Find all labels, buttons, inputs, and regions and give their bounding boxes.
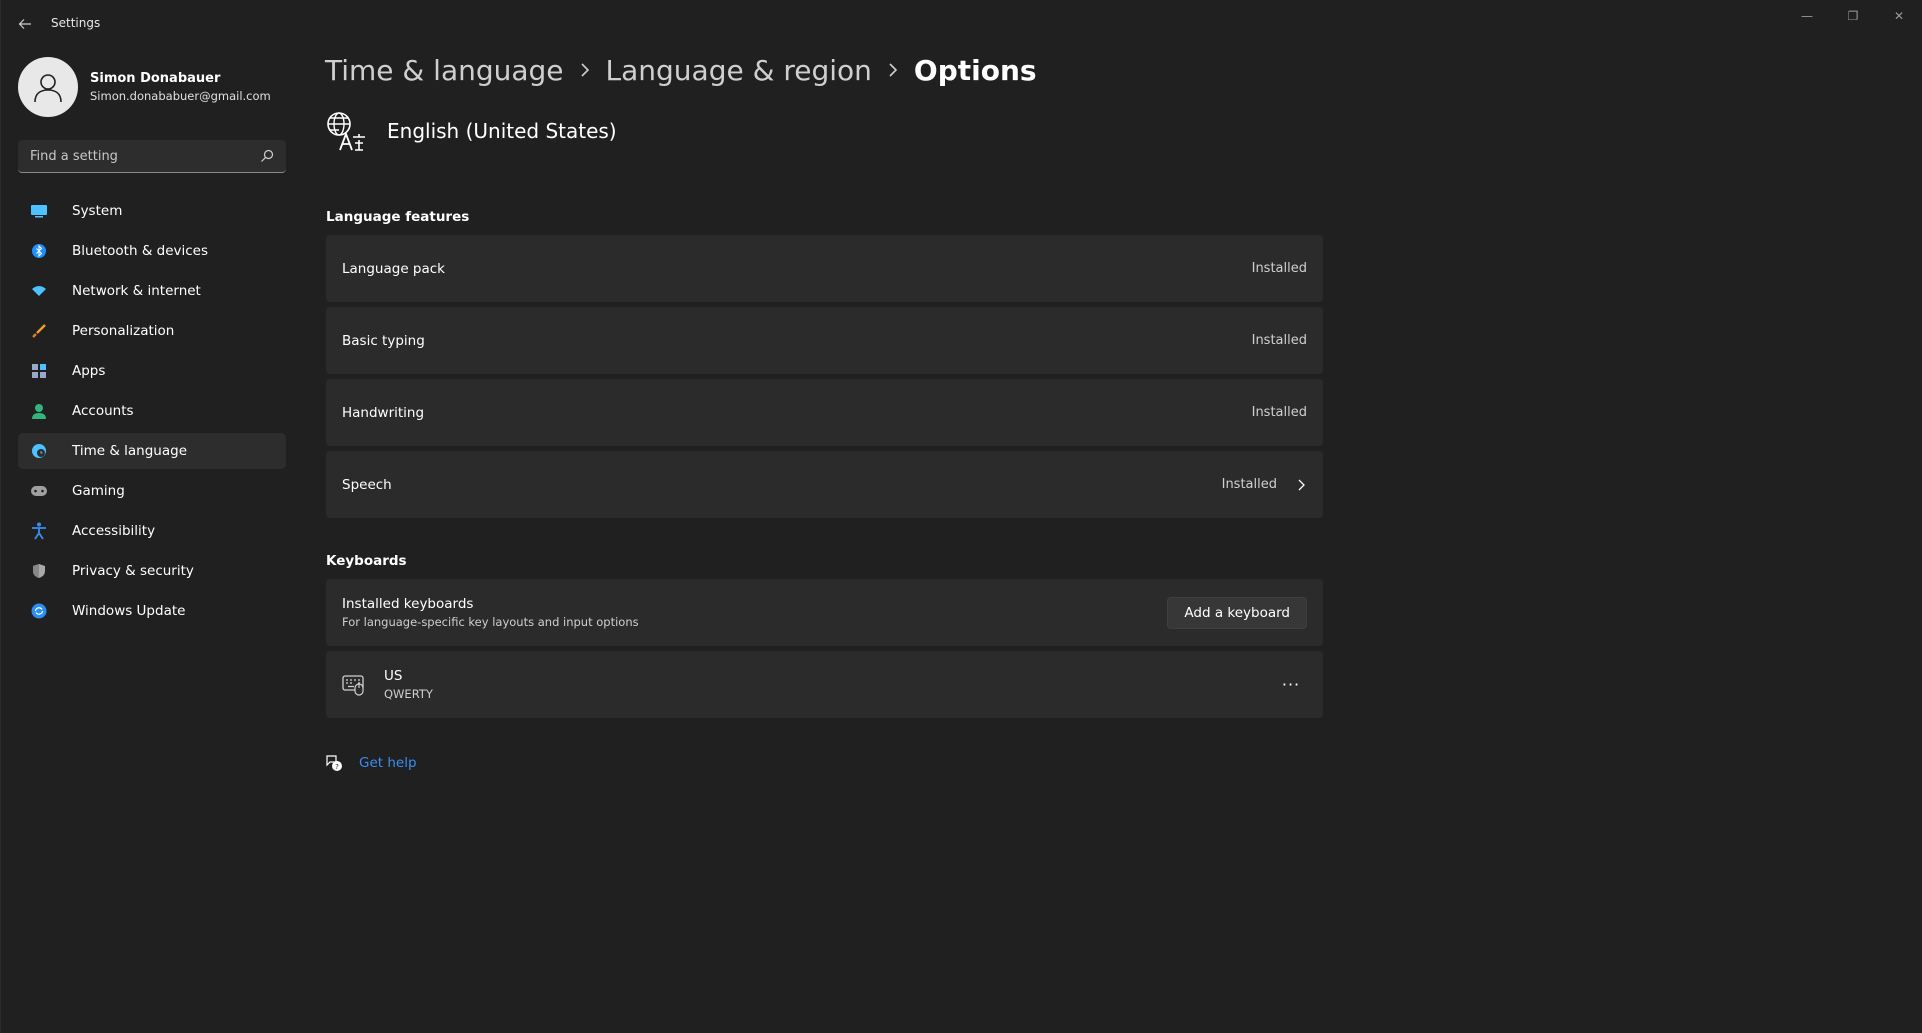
close-icon: ✕ xyxy=(1893,9,1905,23)
help-chat-icon: ? xyxy=(326,755,342,771)
minimize-button[interactable]: — xyxy=(1784,0,1830,32)
language-icon xyxy=(327,112,365,151)
language-header: English (United States) xyxy=(325,110,617,152)
sidebar-item-system[interactable]: System xyxy=(18,193,286,229)
feature-label: Speech xyxy=(342,476,392,493)
globe-clock-icon xyxy=(30,442,48,460)
restore-icon: ❐ xyxy=(1847,9,1859,23)
sidebar-item-label: System xyxy=(72,203,123,219)
feature-label: Basic typing xyxy=(342,332,425,349)
restore-button[interactable]: ❐ xyxy=(1830,0,1876,32)
sidebar-item-label: Gaming xyxy=(72,483,125,499)
search-icon[interactable] xyxy=(260,149,274,163)
title-bar: Settings — ❐ ✕ xyxy=(1,0,1922,48)
user-profile[interactable]: Simon Donabauer Simon.donababuer@gmail.c… xyxy=(18,57,271,117)
accessibility-icon xyxy=(30,522,48,540)
sidebar-item-label: Windows Update xyxy=(72,603,186,619)
feature-status: Installed xyxy=(1251,405,1307,420)
installed-keyboards-label: Installed keyboards xyxy=(342,596,474,612)
sidebar-item-windows-update[interactable]: Windows Update xyxy=(18,593,286,629)
update-icon xyxy=(30,602,48,620)
wifi-icon xyxy=(30,282,48,300)
chevron-right-icon xyxy=(888,58,898,83)
feature-status: Installed xyxy=(1251,333,1307,348)
sidebar-item-network[interactable]: Network & internet xyxy=(18,273,286,309)
feature-label: Language pack xyxy=(342,260,445,277)
feature-card-language-pack: Language pack Installed xyxy=(326,235,1323,302)
gamepad-icon xyxy=(30,482,48,500)
sidebar-item-accessibility[interactable]: Accessibility xyxy=(18,513,286,549)
sidebar-item-time-language[interactable]: Time & language xyxy=(18,433,286,469)
sidebar-item-label: Time & language xyxy=(72,443,188,459)
keyboard-layout: QWERTY xyxy=(384,687,433,701)
feature-card-basic-typing: Basic typing Installed xyxy=(326,307,1323,374)
keyboard-item-us: US QWERTY ··· xyxy=(326,651,1323,718)
profile-email: Simon.donababuer@gmail.com xyxy=(90,89,271,103)
more-icon: ··· xyxy=(1281,675,1301,694)
sidebar-item-label: Privacy & security xyxy=(72,563,194,579)
settings-window: Settings — ❐ ✕ Simon Donabauer Simon.don… xyxy=(0,0,1922,1033)
section-title-keyboards: Keyboards xyxy=(326,553,407,569)
breadcrumb: Time & language Language & region Option… xyxy=(325,54,1037,87)
svg-text:?: ? xyxy=(335,763,339,771)
keyboard-icon xyxy=(342,674,364,696)
app-title: Settings xyxy=(51,16,101,30)
more-options-button[interactable]: ··· xyxy=(1275,669,1307,701)
page-title: Options xyxy=(913,54,1037,87)
search-input[interactable]: Find a setting xyxy=(18,140,286,173)
installed-keyboards-description: For language-specific key layouts and in… xyxy=(342,615,639,629)
sidebar-nav: System Bluetooth & devices Network & int… xyxy=(18,193,286,633)
minimize-icon: — xyxy=(1801,9,1813,23)
sidebar-item-label: Network & internet xyxy=(72,283,201,299)
sidebar-item-label: Personalization xyxy=(72,323,175,339)
sidebar-item-label: Accessibility xyxy=(72,523,156,539)
get-help[interactable]: ? Get help xyxy=(325,754,417,772)
installed-keyboards-card: Installed keyboards For language-specifi… xyxy=(326,579,1323,646)
chevron-right-icon xyxy=(1298,479,1305,490)
sidebar-item-privacy[interactable]: Privacy & security xyxy=(18,553,286,589)
feature-card-speech[interactable]: Speech Installed xyxy=(326,451,1323,518)
sidebar-item-personalization[interactable]: Personalization xyxy=(18,313,286,349)
sidebar-item-gaming[interactable]: Gaming xyxy=(18,473,286,509)
sidebar-item-bluetooth[interactable]: Bluetooth & devices xyxy=(18,233,286,269)
add-keyboard-button[interactable]: Add a keyboard xyxy=(1167,596,1307,629)
person-avatar-icon xyxy=(34,74,62,103)
apps-icon xyxy=(30,362,48,380)
get-help-link[interactable]: Get help xyxy=(359,755,417,771)
avatar xyxy=(18,57,78,117)
window-controls: — ❐ ✕ xyxy=(1784,0,1922,32)
search-placeholder: Find a setting xyxy=(30,148,118,164)
person-icon xyxy=(30,402,48,420)
feature-status: Installed xyxy=(1251,261,1307,276)
keyboard-name: US xyxy=(384,668,403,684)
back-arrow-icon xyxy=(18,19,31,29)
profile-name: Simon Donabauer xyxy=(90,71,221,86)
close-button[interactable]: ✕ xyxy=(1876,0,1922,32)
section-title-language-features: Language features xyxy=(326,209,470,225)
sidebar-item-label: Bluetooth & devices xyxy=(72,243,209,259)
shield-icon xyxy=(30,562,48,580)
sidebar-item-label: Accounts xyxy=(72,403,134,419)
bluetooth-icon xyxy=(30,242,48,260)
chevron-right-icon xyxy=(580,58,590,83)
sidebar-item-accounts[interactable]: Accounts xyxy=(18,393,286,429)
feature-label: Handwriting xyxy=(342,404,425,421)
language-name: English (United States) xyxy=(387,119,617,143)
feature-card-handwriting: Handwriting Installed xyxy=(326,379,1323,446)
system-icon xyxy=(30,202,48,220)
sidebar-item-apps[interactable]: Apps xyxy=(18,353,286,389)
breadcrumb-time-language[interactable]: Time & language xyxy=(325,54,564,87)
breadcrumb-language-region[interactable]: Language & region xyxy=(606,54,872,87)
feature-status: Installed xyxy=(1221,477,1277,492)
sidebar-item-label: Apps xyxy=(72,363,106,379)
brush-icon xyxy=(30,322,48,340)
back-button[interactable] xyxy=(13,12,37,36)
